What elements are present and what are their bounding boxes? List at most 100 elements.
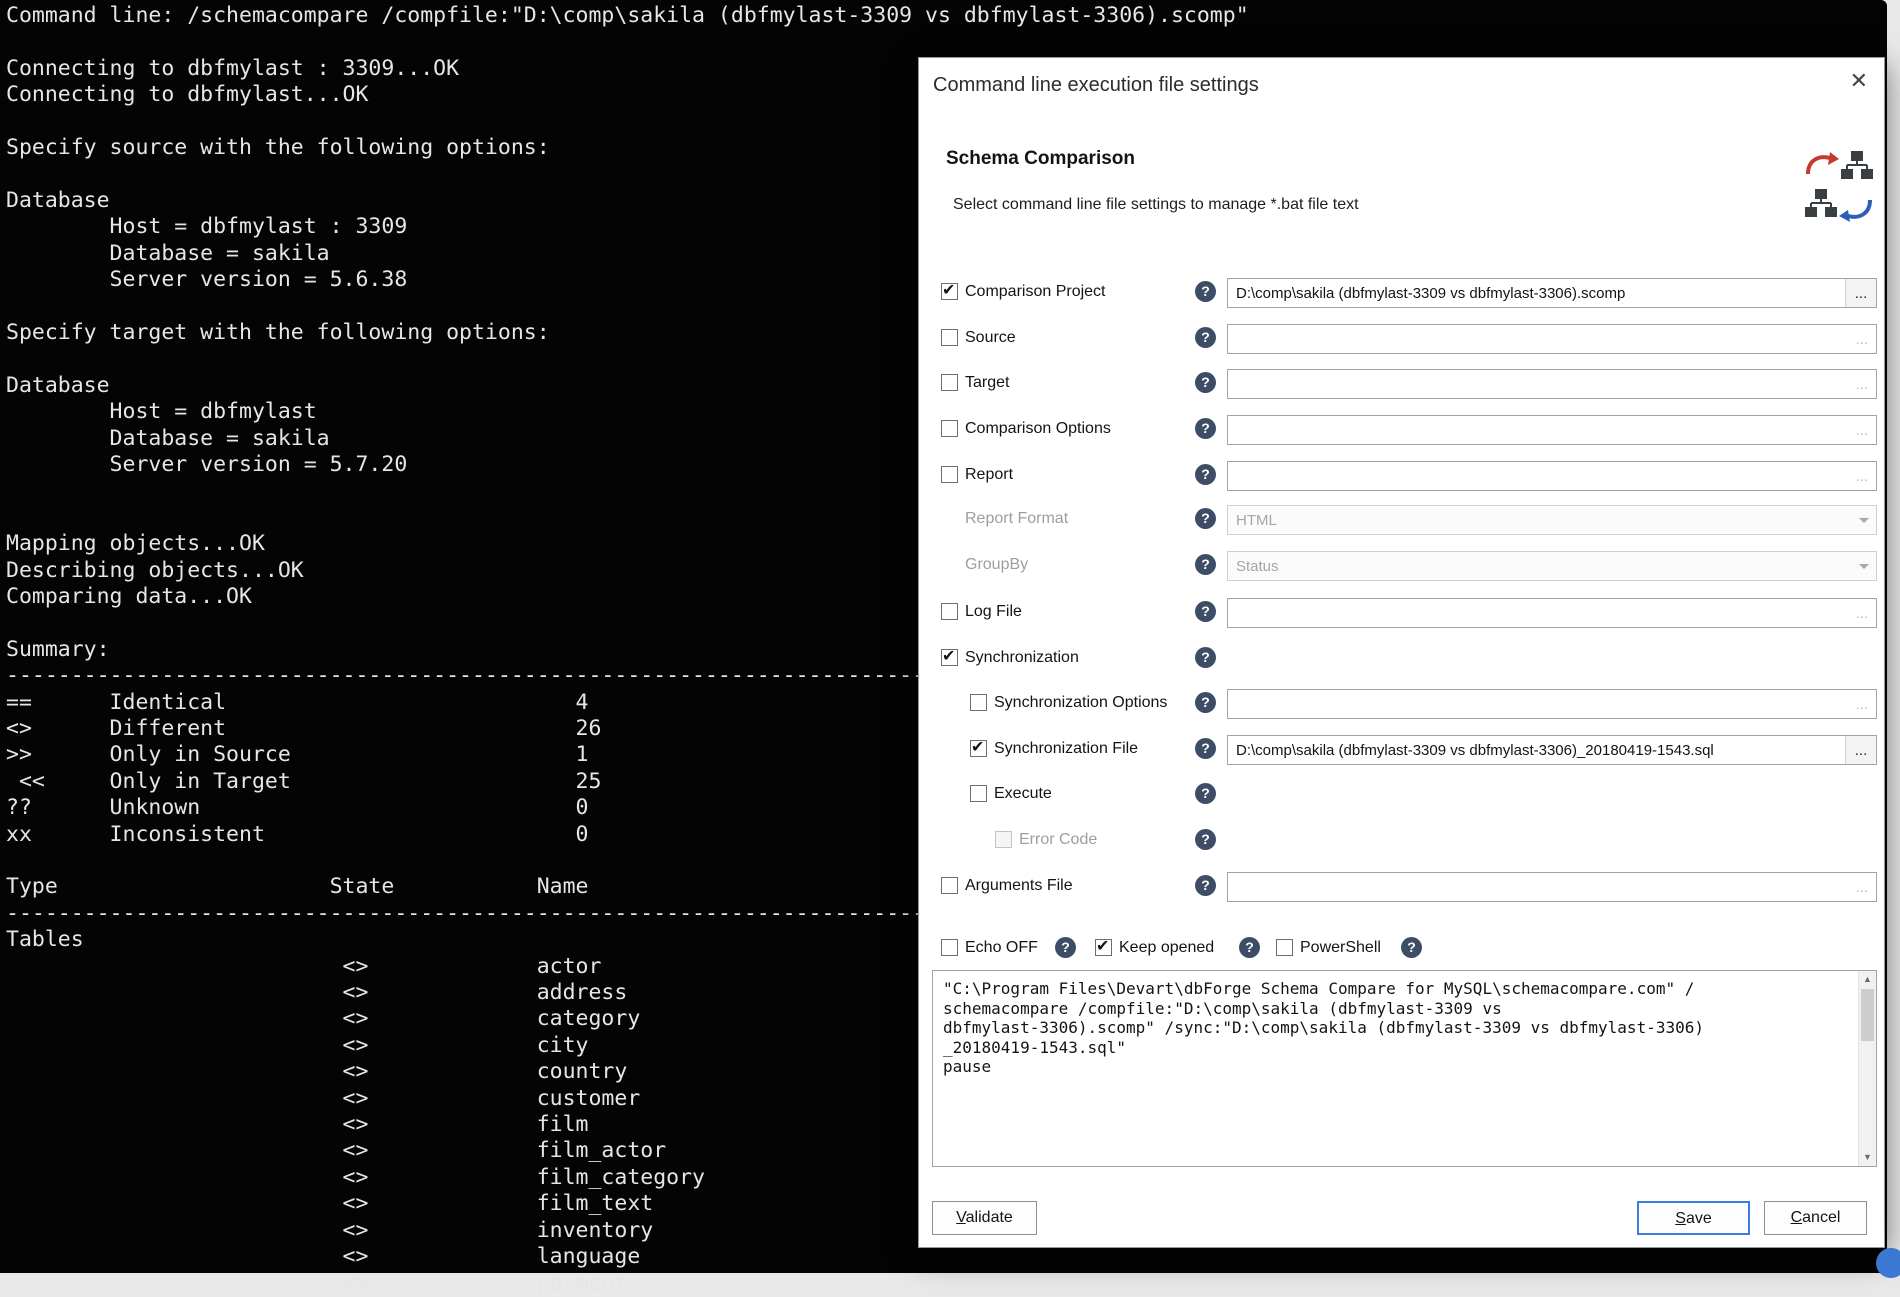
synchronization-file-checkbox[interactable] xyxy=(970,740,987,757)
comparison-options-label: Comparison Options xyxy=(965,420,1111,438)
error-code-checkbox xyxy=(995,831,1012,848)
screen-corner-artifact xyxy=(1876,1248,1900,1278)
save-button[interactable]: Save xyxy=(1637,1201,1750,1235)
browse-button[interactable]: ... xyxy=(1845,279,1876,307)
help-icon[interactable]: ? xyxy=(1195,281,1216,302)
help-icon[interactable]: ? xyxy=(1195,554,1216,575)
comparison-project-label: Comparison Project xyxy=(965,283,1106,301)
command-line-settings-dialog: Command line execution file settings ✕ S… xyxy=(918,57,1885,1248)
row-toggles: Echo OFF ? Keep opened ? PowerShell ? xyxy=(919,933,1884,965)
groupby-dropdown: Status xyxy=(1227,551,1877,581)
row-comparison-project: Comparison Project ? D:\comp\sakila (dbf… xyxy=(919,277,1884,309)
target-label: Target xyxy=(965,374,1009,392)
bat-file-preview: "C:\Program Files\Devart\dbForge Schema … xyxy=(932,970,1877,1167)
help-icon[interactable]: ? xyxy=(1195,738,1216,759)
help-icon[interactable]: ? xyxy=(1195,829,1216,850)
report-label: Report xyxy=(965,466,1013,484)
browse-ellipsis[interactable]: ... xyxy=(1847,468,1876,485)
scrollbar-thumb[interactable] xyxy=(1861,989,1874,1041)
error-code-label: Error Code xyxy=(1019,831,1097,849)
help-icon[interactable]: ? xyxy=(1055,937,1076,958)
help-icon[interactable]: ? xyxy=(1195,601,1216,622)
synchronization-file-label: Synchronization File xyxy=(994,740,1138,758)
scrollbar[interactable]: ▲ ▼ xyxy=(1858,971,1876,1166)
help-icon[interactable]: ? xyxy=(1195,418,1216,439)
log-file-label: Log File xyxy=(965,603,1022,621)
row-report-format: Report Format ? HTML xyxy=(919,504,1884,536)
log-file-checkbox[interactable] xyxy=(941,603,958,620)
execute-checkbox[interactable] xyxy=(970,785,987,802)
cancel-button[interactable]: Cancel xyxy=(1764,1201,1867,1235)
echo-off-checkbox[interactable] xyxy=(941,939,958,956)
help-icon[interactable]: ? xyxy=(1401,937,1422,958)
browse-ellipsis[interactable]: ... xyxy=(1847,422,1876,439)
row-execute: Execute ? xyxy=(919,779,1884,811)
scroll-down-icon[interactable]: ▼ xyxy=(1859,1149,1876,1166)
section-title: Schema Comparison xyxy=(946,148,1135,170)
keep-opened-checkbox[interactable] xyxy=(1095,939,1112,956)
help-icon[interactable]: ? xyxy=(1195,327,1216,348)
row-synchronization-options: Synchronization Options ? ... xyxy=(919,688,1884,720)
browse-ellipsis[interactable]: ... xyxy=(1847,696,1876,713)
browse-ellipsis[interactable]: ... xyxy=(1847,605,1876,622)
row-error-code: Error Code ? xyxy=(919,825,1884,857)
browse-button[interactable]: ... xyxy=(1845,736,1876,764)
section-subtitle: Select command line file settings to man… xyxy=(953,196,1359,214)
synchronization-options-field[interactable]: ... xyxy=(1227,689,1877,719)
comparison-options-checkbox[interactable] xyxy=(941,420,958,437)
report-checkbox[interactable] xyxy=(941,466,958,483)
synchronization-options-checkbox[interactable] xyxy=(970,694,987,711)
row-synchronization-file: Synchronization File ? D:\comp\sakila (d… xyxy=(919,734,1884,766)
synchronization-options-label: Synchronization Options xyxy=(994,694,1167,712)
source-checkbox[interactable] xyxy=(941,329,958,346)
validate-button[interactable]: Validate xyxy=(932,1201,1037,1235)
powershell-checkbox[interactable] xyxy=(1276,939,1293,956)
comparison-options-field[interactable]: ... xyxy=(1227,415,1877,445)
help-icon[interactable]: ? xyxy=(1239,937,1260,958)
help-icon[interactable]: ? xyxy=(1195,508,1216,529)
row-arguments-file: Arguments File ? ... xyxy=(919,871,1884,903)
row-comparison-options: Comparison Options ? ... xyxy=(919,414,1884,446)
arguments-file-label: Arguments File xyxy=(965,877,1073,895)
close-icon[interactable]: ✕ xyxy=(1850,68,1868,94)
bat-file-text[interactable]: "C:\Program Files\Devart\dbForge Schema … xyxy=(943,979,1850,1077)
row-target: Target ? ... xyxy=(919,368,1884,400)
row-report: Report ? ... xyxy=(919,460,1884,492)
target-checkbox[interactable] xyxy=(941,374,958,391)
arguments-file-field[interactable]: ... xyxy=(1227,872,1877,902)
browse-ellipsis[interactable]: ... xyxy=(1847,376,1876,393)
dropdown-arrow-icon xyxy=(1852,552,1876,580)
row-log-file: Log File ? ... xyxy=(919,597,1884,629)
help-icon[interactable]: ? xyxy=(1195,875,1216,896)
report-format-label: Report Format xyxy=(965,510,1068,528)
dropdown-arrow-icon xyxy=(1852,506,1876,534)
save-button-label: Save xyxy=(1639,1203,1748,1234)
synchronization-label: Synchronization xyxy=(965,649,1079,667)
synchronization-checkbox[interactable] xyxy=(941,649,958,666)
powershell-label: PowerShell xyxy=(1300,939,1381,957)
source-field[interactable]: ... xyxy=(1227,324,1877,354)
synchronization-file-field[interactable]: D:\comp\sakila (dbfmylast-3309 vs dbfmyl… xyxy=(1227,735,1877,765)
help-icon[interactable]: ? xyxy=(1195,692,1216,713)
comparison-project-value: D:\comp\sakila (dbfmylast-3309 vs dbfmyl… xyxy=(1228,285,1845,302)
report-field[interactable]: ... xyxy=(1227,461,1877,491)
comparison-project-field[interactable]: D:\comp\sakila (dbfmylast-3309 vs dbfmyl… xyxy=(1227,278,1877,308)
source-label: Source xyxy=(965,329,1016,347)
help-icon[interactable]: ? xyxy=(1195,783,1216,804)
help-icon[interactable]: ? xyxy=(1195,647,1216,668)
comparison-project-checkbox[interactable] xyxy=(941,283,958,300)
target-field[interactable]: ... xyxy=(1227,369,1877,399)
synchronization-file-value: D:\comp\sakila (dbfmylast-3309 vs dbfmyl… xyxy=(1228,742,1845,759)
scroll-up-icon[interactable]: ▲ xyxy=(1859,971,1876,988)
browse-ellipsis[interactable]: ... xyxy=(1847,331,1876,348)
arguments-file-checkbox[interactable] xyxy=(941,877,958,894)
row-groupby: GroupBy ? Status xyxy=(919,550,1884,582)
help-icon[interactable]: ? xyxy=(1195,464,1216,485)
browse-ellipsis[interactable]: ... xyxy=(1847,879,1876,896)
execute-label: Execute xyxy=(994,785,1052,803)
row-synchronization: Synchronization ? xyxy=(919,643,1884,675)
keep-opened-label: Keep opened xyxy=(1119,939,1214,957)
schema-comparison-icon xyxy=(1803,150,1875,224)
log-file-field[interactable]: ... xyxy=(1227,598,1877,628)
help-icon[interactable]: ? xyxy=(1195,372,1216,393)
